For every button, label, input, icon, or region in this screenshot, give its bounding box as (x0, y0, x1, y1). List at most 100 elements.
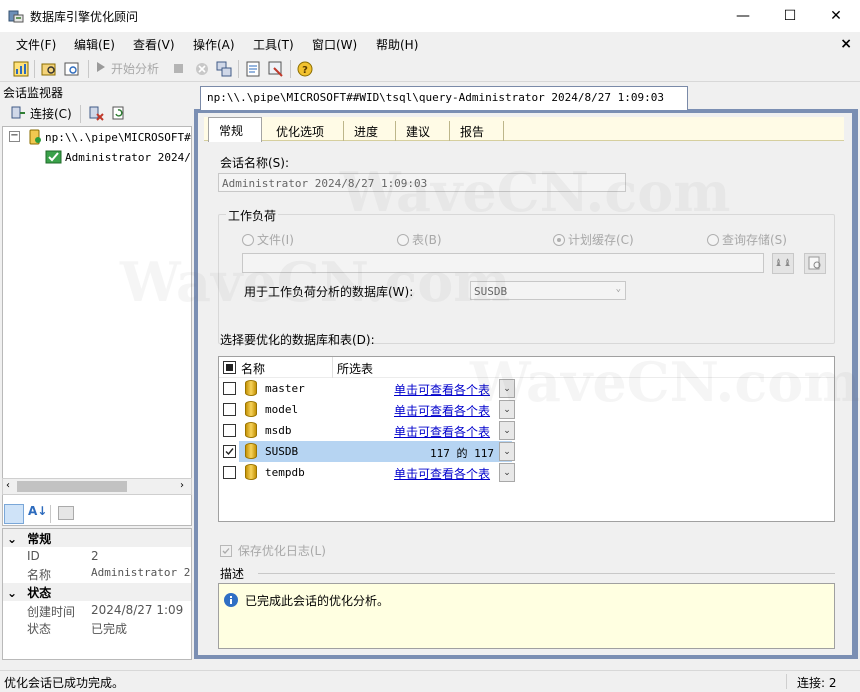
start-analysis-button[interactable]: 开始分析 (111, 60, 159, 77)
scroll-left-icon[interactable]: ‹ (6, 480, 10, 491)
category-status[interactable]: ⌄ 状态 (3, 583, 191, 601)
radio-file[interactable]: 文件(I) (242, 231, 294, 248)
properties-icon[interactable] (244, 60, 262, 78)
database-name: msdb (265, 424, 292, 437)
select-db-label: 选择要优化的数据库和表(D): (220, 333, 375, 347)
connect-button[interactable]: 连接(C) (30, 105, 72, 122)
browse-binoculars-icon[interactable]: ♝♝ (772, 253, 794, 274)
row-checkbox[interactable] (223, 424, 236, 437)
maximize-button[interactable]: ☐ (767, 0, 813, 32)
toolbar-separator (238, 60, 239, 78)
properties-toolbar: A↓ (0, 500, 192, 526)
radio-table-label: 表(B) (412, 233, 442, 247)
tables-link[interactable]: 单击可查看各个表 (394, 423, 490, 440)
mdi-close-icon[interactable]: × (840, 36, 852, 52)
status-message: 优化会话已成功完成。 (4, 676, 125, 690)
watermark: WaveCN.com (340, 160, 731, 224)
tab-general[interactable]: 常规 (208, 117, 262, 142)
refresh-icon[interactable] (110, 105, 126, 121)
tree-collapse-icon[interactable]: − (9, 131, 20, 142)
property-row: ID 2 (3, 548, 191, 565)
radio-table[interactable]: 表(B) (397, 231, 442, 248)
help-icon[interactable]: ? (296, 60, 314, 78)
description-divider (258, 573, 835, 574)
table-row: tempdb 单击可查看各个表 ⌄ (219, 462, 834, 483)
window-title: 数据库引擎优化顾问 (30, 10, 139, 24)
tree-server-node[interactable]: np:\\.\pipe\MICROSOFT##W (45, 131, 191, 144)
property-value: 2024/8/27 1:09 (91, 603, 184, 617)
tables-link[interactable]: 单击可查看各个表 (394, 465, 490, 482)
connect-icon[interactable] (215, 60, 233, 78)
toolbar-separator (50, 505, 51, 523)
radio-query-store-label: 查询存储(S) (722, 233, 787, 247)
connect-server-icon[interactable] (10, 105, 26, 121)
tables-count[interactable]: 117 的 117 (430, 445, 494, 461)
menu-tools[interactable]: 工具(T) (253, 36, 294, 53)
tree-session-node[interactable]: Administrator 2024/8/ (65, 151, 191, 164)
row-checkbox[interactable] (223, 445, 236, 458)
row-checkbox[interactable] (223, 466, 236, 479)
alphabetical-view-icon[interactable]: A↓ (28, 504, 47, 518)
document-tab[interactable]: np:\\.\pipe\MICROSOFT##WID\tsql\query-Ad… (200, 86, 688, 110)
disconnect-icon[interactable] (88, 105, 104, 121)
chevron-down-icon[interactable]: ⌄ (499, 442, 515, 461)
chevron-down-icon[interactable]: ⌄ (499, 421, 515, 440)
minimize-button[interactable]: — (720, 0, 766, 32)
column-tables-header[interactable]: 所选表 (337, 360, 373, 377)
database-name: model (265, 403, 299, 416)
subtab-bar: 常规 优化选项 进度 建议 报告 (204, 117, 844, 142)
tab-reports[interactable]: 报告 (450, 121, 504, 141)
collapse-icon[interactable]: ⌄ (7, 532, 17, 546)
tab-recommendations[interactable]: 建议 (396, 121, 450, 141)
menu-view[interactable]: 查看(V) (133, 36, 175, 53)
session-icon (45, 150, 62, 164)
session-name-label: 会话名称(S): (220, 156, 290, 170)
database-name: master (265, 382, 305, 395)
property-key: ID (27, 549, 40, 563)
tree-horizontal-scrollbar[interactable]: ‹ › (2, 478, 192, 495)
scroll-thumb[interactable] (17, 481, 127, 492)
property-pages-icon[interactable] (58, 506, 74, 520)
save-log-checkbox[interactable]: 保存优化日志(L) (220, 542, 326, 559)
column-name-header[interactable]: 名称 (241, 360, 265, 377)
session-monitor-toolbar: 连接(C) (0, 102, 192, 124)
menu-window[interactable]: 窗口(W) (312, 36, 357, 53)
session-monitor-icon[interactable] (12, 60, 30, 78)
category-general[interactable]: ⌄ 常规 (3, 529, 191, 547)
menu-action[interactable]: 操作(A) (193, 36, 235, 53)
stop-icon[interactable] (174, 64, 183, 73)
open-session-icon[interactable] (40, 60, 58, 78)
menu-file[interactable]: 文件(F) (16, 36, 56, 53)
radio-query-store[interactable]: 查询存储(S) (707, 231, 787, 248)
select-all-checkbox[interactable] (223, 361, 236, 374)
checkbox[interactable] (220, 545, 232, 557)
row-checkbox[interactable] (223, 403, 236, 416)
close-button[interactable]: ✕ (813, 0, 859, 32)
tab-tuning-options[interactable]: 优化选项 (266, 121, 344, 141)
radio-button[interactable] (553, 234, 565, 246)
chevron-down-icon[interactable]: ⌄ (499, 463, 515, 482)
preview-workload-icon[interactable] (804, 253, 826, 274)
title-bar: 数据库引擎优化顾问 — ☐ ✕ (0, 0, 860, 32)
radio-button[interactable] (707, 234, 719, 246)
menu-help[interactable]: 帮助(H) (376, 36, 418, 53)
menu-edit[interactable]: 编辑(E) (74, 36, 115, 53)
new-session-icon[interactable] (63, 60, 81, 78)
options-icon[interactable] (267, 60, 285, 78)
property-row: 创建时间 2024/8/27 1:09 (3, 602, 191, 619)
scroll-right-icon[interactable]: › (180, 480, 184, 491)
collapse-icon[interactable]: ⌄ (7, 586, 17, 600)
property-value: 已完成 (91, 622, 128, 636)
row-checkbox[interactable] (223, 382, 236, 395)
radio-button[interactable] (242, 234, 254, 246)
radio-button[interactable] (397, 234, 409, 246)
category-general-label: 常规 (27, 532, 52, 546)
start-icon[interactable] (96, 61, 106, 73)
cancel-icon[interactable] (193, 60, 211, 78)
chevron-down-icon[interactable]: ⌄ (616, 284, 621, 294)
radio-plan-cache[interactable]: 计划缓存(C) (553, 231, 634, 248)
categorized-view-icon[interactable] (4, 504, 24, 524)
tab-progress[interactable]: 进度 (344, 121, 396, 141)
property-key: 名称 (27, 568, 52, 582)
property-row: 名称 Administrator 202 (3, 565, 191, 582)
